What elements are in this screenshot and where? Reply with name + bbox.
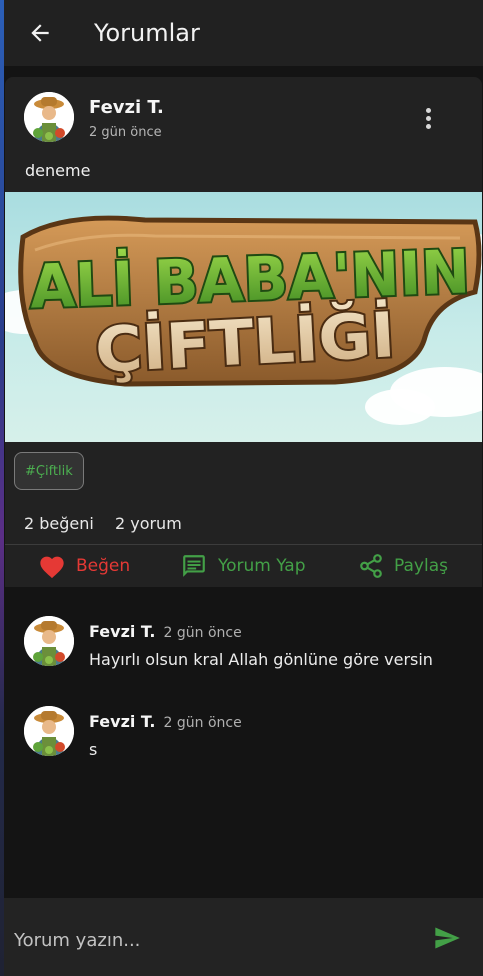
game-logo-image: ALİ BABA'NIN ÇİFTLİĞİ [5,215,482,425]
post-text: deneme [25,161,91,180]
comment-button[interactable]: Yorum Yap [180,553,306,579]
like-count[interactable]: 2 beğeni [24,514,94,533]
arrow-left-icon [31,24,49,42]
comment-item: Fevzi T. 2 gün önce Hayırlı olsun kral Al… [24,616,474,676]
share-button[interactable]: Paylaş [358,553,448,579]
farmer-avatar-icon [24,706,74,756]
comment-author[interactable]: Fevzi T. 2 gün önce [89,712,242,731]
more-options-button[interactable] [415,103,441,133]
comment-author-name: Fevzi T. [89,712,156,731]
avatar[interactable] [24,616,74,666]
comment-text: Hayırlı olsun kral Allah gönlüne göre ve… [89,650,433,669]
comment-text: s [89,740,98,759]
comment-time: 2 gün önce [163,715,242,731]
back-button[interactable] [20,13,60,53]
heart-icon [40,556,64,579]
comment-author-name: Fevzi T. [89,622,156,641]
post-image[interactable]: ALİ BABA'NIN ÇİFTLİĞİ [5,192,482,442]
window-edge [0,0,4,976]
avatar[interactable] [24,92,74,142]
post-card: Fevzi T. 2 gün önce deneme ALİ BABA'NIN … [5,77,482,587]
comment-icon [183,555,205,577]
hashtag-chip[interactable]: #Çiftlik [14,452,84,490]
farmer-avatar-icon [24,616,74,666]
like-label: Beğen [76,556,131,576]
post-stats: 2 beğeni 2 yorum [24,514,198,533]
comment-input-bar [0,898,483,976]
comment-item: Fevzi T. 2 gün önce s [24,706,474,766]
comment-input[interactable] [14,920,404,960]
post-header: Fevzi T. 2 gün önce [5,77,482,157]
page-title: Yorumlar [94,19,200,47]
avatar[interactable] [24,706,74,756]
app-bar: Yorumlar [0,0,483,66]
comment-label: Yorum Yap [218,556,306,576]
share-icon [360,554,382,578]
post-time: 2 gün önce [89,125,162,140]
send-icon [435,927,460,949]
share-label: Paylaş [394,556,448,576]
post-author[interactable]: Fevzi T. [89,97,164,118]
comment-count[interactable]: 2 yorum [115,514,182,533]
more-vertical-icon [425,107,431,113]
send-button[interactable] [432,924,464,952]
comment-author[interactable]: Fevzi T. 2 gün önce [89,622,242,641]
comment-time: 2 gün önce [163,625,242,641]
post-actions: Beğen Yorum Yap Paylaş [5,545,482,587]
like-button[interactable]: Beğen [38,553,130,579]
farmer-avatar-icon [24,92,74,142]
